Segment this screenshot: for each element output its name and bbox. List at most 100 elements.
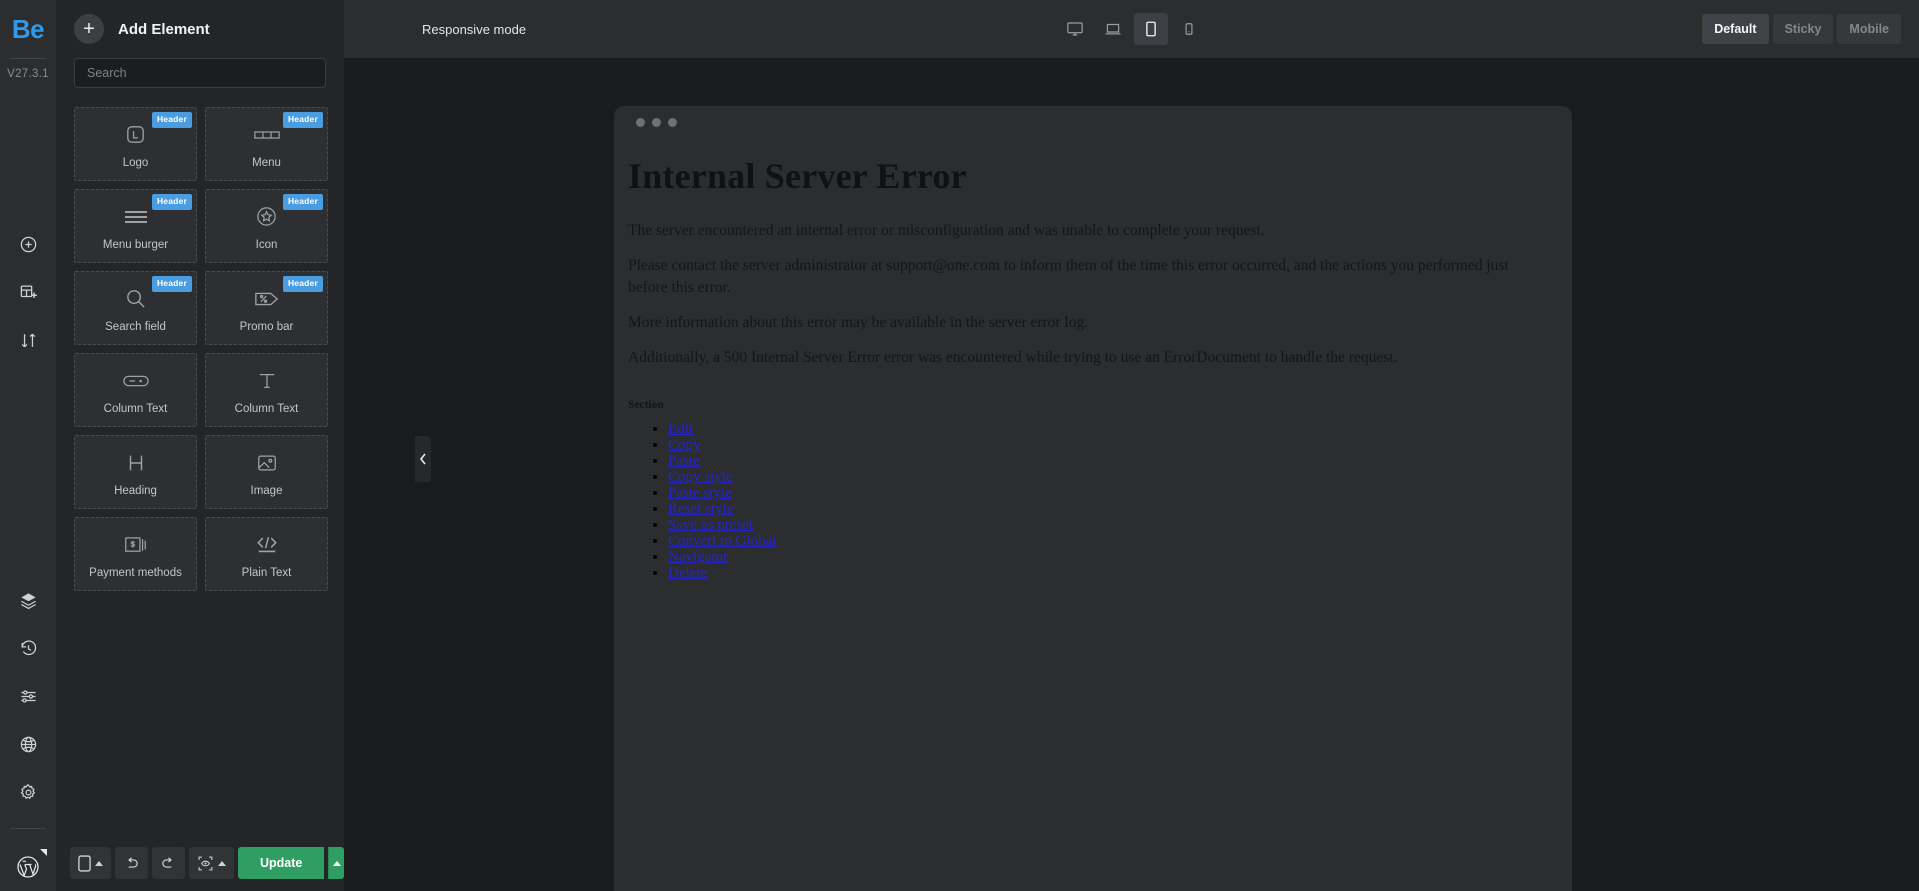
app-root: Be V27.3.1 + Add Element Search Header L… [0,0,1919,891]
icon-rail: Be V27.3.1 [0,0,56,891]
device-selector-button[interactable] [70,847,111,879]
chevron-up-icon [218,860,226,866]
element-label: Logo [122,156,149,169]
menu-burger-icon [123,202,149,232]
element-card-menu[interactable]: Header Menu [205,107,328,181]
link-convert-to-global[interactable]: Convert to Global [668,533,776,549]
rail-separator [10,828,46,829]
heading-icon [125,448,147,478]
element-card-image[interactable]: Image [205,435,328,509]
wordpress-icon[interactable] [8,847,48,887]
top-bar: Responsive mode Default Sticky Mobile [344,0,1919,58]
element-grid: Header Logo Header Menu Header Menu burg… [74,107,328,591]
page-title: Internal Server Error [628,156,967,196]
corner-marker-icon [40,849,47,856]
link-copy-style[interactable]: Copy style [668,469,733,485]
layers-icon[interactable] [8,584,48,616]
brand-logo[interactable]: Be [0,0,56,58]
browser-titlebar [614,106,1572,138]
link-copy[interactable]: Copy [668,437,701,453]
element-card-search-field[interactable]: Header Search field [74,271,197,345]
window-minimize-icon [652,117,661,127]
add-button[interactable]: + [74,14,104,44]
element-card-payment-methods[interactable]: Payment methods [74,517,197,591]
link-reset-style[interactable]: Reset style [668,501,733,517]
image-icon [256,448,278,478]
stage: Responsive mode Default Sticky Mobile In… [344,0,1919,891]
device-laptop-button[interactable] [1096,13,1130,45]
header-badge: Header [282,112,323,128]
link-save-as-preset[interactable]: Save as preset [668,517,753,533]
list-item: Copy style [668,469,1558,485]
header-badge: Header [282,276,323,292]
reorder-icon[interactable] [8,324,48,356]
error-paragraph: The server encountered an internal error… [628,221,1265,239]
device-mobile-button[interactable] [1172,13,1206,45]
preview-button[interactable] [189,847,234,879]
element-card-menu-burger[interactable]: Header Menu burger [74,189,197,263]
search-input[interactable] [74,58,326,88]
element-label: Promo bar [239,320,294,333]
update-button[interactable]: Update [238,847,325,879]
device-selector [1058,13,1206,45]
link-edit[interactable]: Edit [668,421,693,437]
panel-collapse-handle[interactable] [415,436,431,482]
link-paste-style[interactable]: Paste style [668,485,732,501]
canvas: Internal Server Error The server encount… [344,58,1919,891]
browser-preview[interactable]: Internal Server Error The server encount… [614,106,1572,891]
list-item: Delete [668,565,1558,581]
list-item: Save as preset [668,517,1558,533]
code-icon [255,530,279,560]
element-card-promo-bar[interactable]: Header Promo bar [205,271,328,345]
error-paragraph: Additionally, a 500 Internal Server Erro… [628,349,1398,367]
device-tablet-button[interactable] [1133,13,1168,45]
add-element-icon[interactable] [8,228,48,260]
list-item: Navigator [668,549,1558,565]
star-badge-icon [255,202,278,232]
state-default-button[interactable]: Default [1702,14,1769,44]
adjustments-icon[interactable] [8,680,48,712]
add-section-icon[interactable] [8,276,48,308]
version-label: V27.3.1 [7,68,49,80]
element-card-logo[interactable]: Header Logo [74,107,197,181]
element-label: Menu [252,156,281,169]
undo-button[interactable] [115,847,148,879]
button-icon [122,366,149,396]
chevron-up-icon [332,860,341,866]
state-selector: Default Sticky Mobile [1702,14,1901,44]
element-label: Search field [105,320,166,333]
header-badge: Header [151,194,192,210]
history-icon[interactable] [8,632,48,664]
state-sticky-button[interactable]: Sticky [1772,14,1834,44]
link-delete[interactable]: Delete [668,565,707,581]
element-card-column-text[interactable]: Column Text [205,353,328,427]
element-label: Heading [114,484,157,497]
element-card-button[interactable]: Column Text [74,353,197,427]
element-label: Image [250,484,283,497]
search-icon [124,284,147,314]
element-label: Column Text [103,402,168,415]
panel-footer-toolbar: Update [56,835,344,891]
list-item: Copy [668,437,1558,453]
context-link-list: Edit Copy Paste Copy style Paste style R… [628,421,1558,581]
logo-icon [124,120,147,150]
element-label: Menu burger [102,238,169,251]
element-card-plain-text[interactable]: Plain Text [205,517,328,591]
redo-button[interactable] [152,847,185,879]
error-document: Internal Server Error The server encount… [614,138,1572,581]
link-navigator[interactable]: Navigator [668,549,728,565]
link-paste[interactable]: Paste [668,453,700,469]
element-label: Column Text [234,402,299,415]
device-desktop-button[interactable] [1058,13,1092,45]
element-card-icon[interactable]: Header Icon [205,189,328,263]
state-mobile-button[interactable]: Mobile [1837,14,1901,44]
error-paragraph: Please contact the server administrator … [628,257,1509,296]
globe-icon[interactable] [8,728,48,760]
element-card-heading[interactable]: Heading [74,435,197,509]
list-item: Convert to Global [668,533,1558,549]
promo-tag-icon [254,284,280,314]
window-maximize-icon [668,117,677,127]
element-label: Payment methods [89,566,182,579]
gear-icon[interactable] [8,776,48,808]
update-options-button[interactable] [328,847,344,879]
